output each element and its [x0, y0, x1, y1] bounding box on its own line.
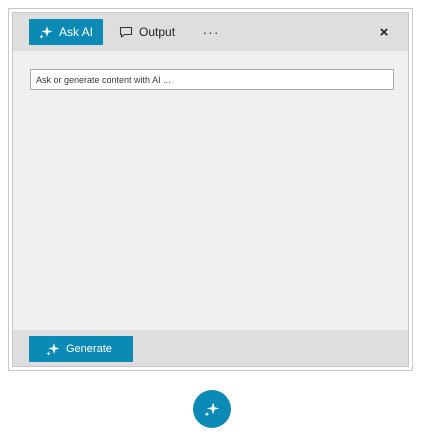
ai-assist-popup: Ask AI Output ··· × Ask or generate cont…: [8, 8, 413, 371]
panel-footer: Generate: [13, 330, 408, 366]
generate-button[interactable]: Generate: [29, 336, 133, 362]
tab-output[interactable]: Output: [116, 19, 186, 45]
speech-bubble-icon: [118, 24, 134, 40]
panel-toolbar: Ask AI Output ··· ×: [13, 13, 408, 51]
sparkle-icon: [45, 341, 61, 357]
tab-output-label: Output: [139, 25, 176, 39]
close-button[interactable]: ×: [374, 19, 394, 45]
more-options-button[interactable]: ···: [199, 19, 223, 45]
ai-assist-panel: Ask AI Output ··· × Ask or generate cont…: [12, 12, 409, 367]
tab-ask-ai[interactable]: Ask AI: [29, 19, 103, 45]
ai-prompt-input[interactable]: [30, 69, 394, 90]
generate-button-label: Generate: [66, 343, 112, 355]
sparkle-icon: [203, 400, 221, 418]
ai-assist-fab-button[interactable]: [193, 390, 231, 428]
tab-ask-ai-label: Ask AI: [59, 25, 94, 39]
sparkle-icon: [38, 24, 54, 40]
